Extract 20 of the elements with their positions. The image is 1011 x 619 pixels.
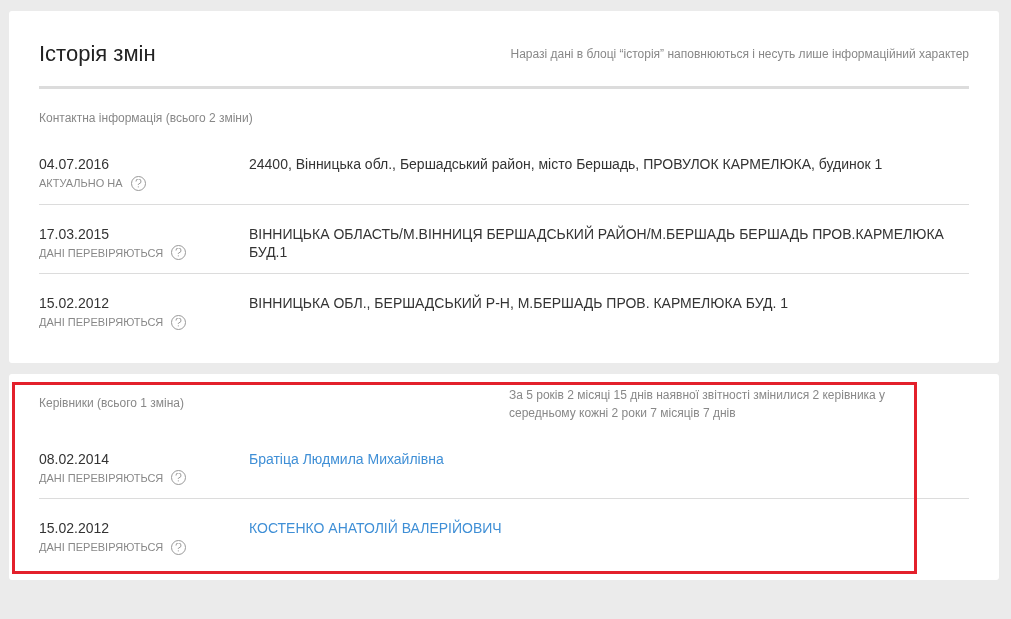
address-text: ВІННИЦЬКА ОБЛАСТЬ/М.ВІННИЦЯ БЕРШАДСЬКИЙ РАЙОН/М.БЕРШАДЬ БЕРШАДЬ ПРОВ.КАРМЕЛЮКА БУД.1 bbox=[249, 224, 945, 261]
status-label: ДАНІ ПЕРЕВІРЯЮТЬСЯ bbox=[39, 470, 164, 486]
person-link[interactable]: Братіца Людмила Михайлівна bbox=[249, 449, 444, 468]
change-date: 15.02.2012 bbox=[39, 519, 111, 537]
status-label: ДАНІ ПЕРЕВІРЯЮТЬСЯ bbox=[39, 315, 164, 330]
address-text: ВІННИЦЬКА ОБЛ., БЕРШАДСЬКИЙ Р-Н, М.БЕРШАДЬ ПРОВ. КАРМЕЛЮКА БУД. 1 bbox=[249, 294, 789, 313]
status-label: ДАНІ ПЕРЕВІРЯЮТЬСЯ bbox=[39, 540, 164, 555]
section-title: Контактна інформація (всього 2 зміни) bbox=[39, 110, 253, 127]
section-title: Керівники (всього 1 зміна) bbox=[39, 394, 184, 412]
header-note: Наразі дані в блоці “історія” наповнюються і несуть лише інформаційний характер bbox=[510, 45, 969, 63]
person-link[interactable]: КОСТЕНКО АНАТОЛІЙ ВАЛЕРІЙОВИЧ bbox=[249, 519, 502, 537]
page-title: Історія змін bbox=[39, 40, 156, 68]
summary-text: За 5 років 2 місяці 15 днів наявної звітності змінилися 2 керівника у середньому кожні 2 роки 7 місяців 7 днів bbox=[509, 386, 887, 422]
change-date: 17.03.2015 bbox=[39, 224, 111, 243]
status-label: ДАНІ ПЕРЕВІРЯЮТЬСЯ bbox=[39, 245, 164, 261]
change-date: 04.07.2016 bbox=[39, 155, 111, 173]
change-date: 08.02.2014 bbox=[39, 449, 111, 468]
status-label: АКТУАЛЬНО НА bbox=[39, 176, 123, 191]
change-date: 15.02.2012 bbox=[39, 294, 111, 312]
address-text: 24400, Вінницька обл., Бершадський район, місто Бершадь, ПРОВУЛОК КАРМЕЛЮКА, будинок 1 bbox=[249, 155, 884, 174]
